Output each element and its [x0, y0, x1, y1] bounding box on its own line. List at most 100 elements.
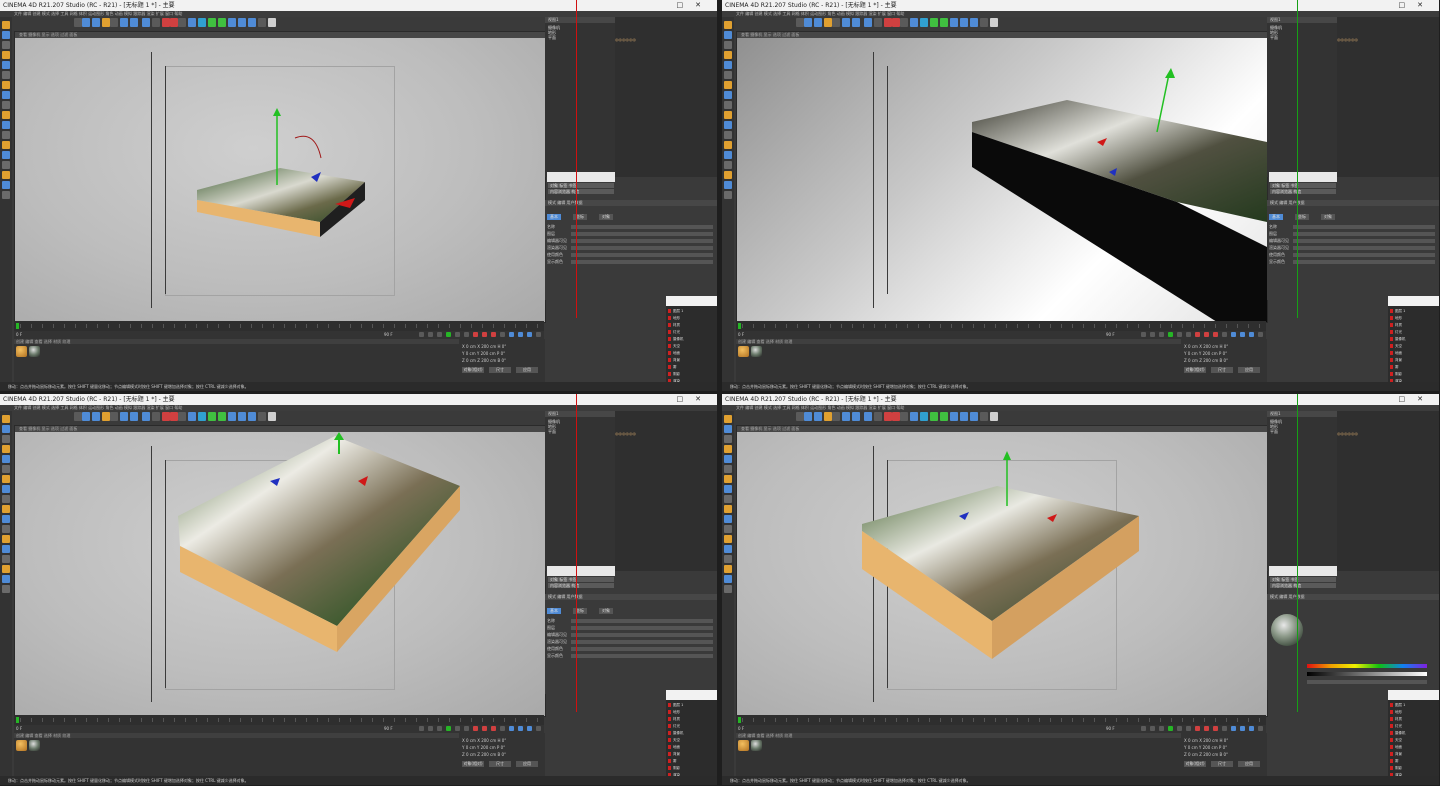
tool-icon[interactable]: [2, 131, 10, 139]
toolbar-button[interactable]: [970, 18, 978, 27]
object-tags[interactable]: ◎◎◎◎◎◎: [615, 431, 636, 436]
transport-button[interactable]: [1222, 726, 1227, 731]
viewport[interactable]: 查看 摄像机 显示 选项 过滤 面板: [14, 425, 546, 717]
toolbar-button[interactable]: [170, 412, 178, 421]
tool-icon[interactable]: [2, 81, 10, 89]
attribute-row[interactable]: 名称: [547, 618, 713, 624]
attribute-field[interactable]: [571, 654, 713, 658]
color-gradient[interactable]: [1307, 664, 1427, 668]
coordinate-row[interactable]: X 0 cm X 200 cm H 0°: [462, 344, 506, 350]
luminance-gradient[interactable]: [1307, 672, 1427, 676]
layer-row[interactable]: 材质: [668, 716, 714, 722]
transport-button[interactable]: [437, 726, 442, 731]
attribute-field[interactable]: [1293, 225, 1435, 229]
tool-icon[interactable]: [724, 505, 732, 513]
toolbar-button[interactable]: [110, 412, 118, 421]
transport-button[interactable]: [473, 726, 478, 731]
tool-icon[interactable]: [724, 535, 732, 543]
toolbar-button[interactable]: [130, 18, 138, 27]
attribute-row[interactable]: 渲染器可见: [547, 245, 713, 251]
tool-icon[interactable]: [2, 535, 10, 543]
layer-row[interactable]: 地形: [1390, 315, 1436, 321]
toolbar-button[interactable]: [874, 18, 882, 27]
coordinate-row[interactable]: Y 0 cm Y 200 cm P 0°: [462, 351, 505, 357]
coordinate-button[interactable]: 应用: [516, 367, 538, 373]
timeline[interactable]: [736, 715, 1266, 725]
minimize-icon[interactable]: □: [1399, 395, 1418, 403]
layer-row[interactable]: 雾: [1390, 364, 1436, 370]
object-manager-menu[interactable]: 视图1: [1267, 17, 1337, 23]
attribute-tab[interactable]: 基本: [1269, 214, 1283, 220]
toolbar-button[interactable]: [920, 412, 928, 421]
layer-row[interactable]: 地面: [1390, 350, 1436, 356]
tool-icon[interactable]: [724, 415, 732, 423]
toolbar-button[interactable]: [228, 18, 236, 27]
playhead[interactable]: [16, 323, 19, 329]
attribute-menu[interactable]: 模式 编辑 用户数据: [545, 594, 717, 600]
tool-icon[interactable]: [2, 61, 10, 69]
tool-icon[interactable]: [724, 435, 732, 443]
tool-icon[interactable]: [724, 71, 732, 79]
attribute-row[interactable]: 图层: [547, 231, 713, 237]
transport-button[interactable]: [455, 332, 460, 337]
toolbar-button[interactable]: [170, 18, 178, 27]
objects-tab[interactable]: 对象 标签 书签: [1270, 183, 1336, 188]
toolbar-button[interactable]: [842, 18, 850, 27]
tool-icon[interactable]: [2, 191, 10, 199]
toolbar-button[interactable]: [120, 412, 128, 421]
minimize-icon[interactable]: □: [1399, 1, 1418, 9]
toolbar-button[interactable]: [162, 412, 170, 421]
tool-icon[interactable]: [2, 505, 10, 513]
tool-icon[interactable]: [724, 465, 732, 473]
transport-button[interactable]: [473, 332, 478, 337]
transport-button[interactable]: [1195, 726, 1200, 731]
toolbar-button[interactable]: [142, 412, 150, 421]
object-row[interactable]: 平面: [548, 35, 556, 40]
toolbar-button[interactable]: [824, 18, 832, 27]
tool-icon[interactable]: [724, 161, 732, 169]
layer-row[interactable]: 地面: [668, 744, 714, 750]
end-frame[interactable]: 90 F: [1106, 331, 1115, 339]
layer-row[interactable]: 背景: [1390, 751, 1436, 757]
attribute-field[interactable]: [1293, 260, 1435, 264]
toolbar-button[interactable]: [950, 412, 958, 421]
toolbar-button[interactable]: [198, 18, 206, 27]
layer-row[interactable]: 背景: [1390, 357, 1436, 363]
attribute-field[interactable]: [1293, 253, 1435, 257]
toolbar-button[interactable]: [796, 18, 804, 27]
transport-button[interactable]: [1213, 726, 1218, 731]
end-frame[interactable]: 90 F: [384, 725, 393, 733]
toolbar-button[interactable]: [120, 18, 128, 27]
end-frame[interactable]: 90 F: [1106, 725, 1115, 733]
toolbar-button[interactable]: [910, 18, 918, 27]
toolbar-button[interactable]: [874, 412, 882, 421]
transport-button[interactable]: [500, 726, 505, 731]
tool-icon[interactable]: [2, 71, 10, 79]
layer-row[interactable]: 摄像机: [668, 730, 714, 736]
attribute-field[interactable]: [571, 260, 713, 264]
layer-row[interactable]: 天空: [1390, 737, 1436, 743]
toolbar-button[interactable]: [842, 412, 850, 421]
attribute-row[interactable]: 名称: [1269, 224, 1435, 230]
attribute-menu[interactable]: 模式 编辑 用户数据: [545, 200, 717, 206]
viewport[interactable]: 查看 摄像机 显示 选项 过滤 面板: [736, 425, 1268, 717]
coordinate-button[interactable]: 应用: [516, 761, 538, 767]
layer-row[interactable]: 灯光: [668, 723, 714, 729]
toolbar-button[interactable]: [980, 18, 988, 27]
layer-row[interactable]: 摄像机: [668, 336, 714, 342]
tool-icon[interactable]: [724, 81, 732, 89]
tool-icon[interactable]: [2, 585, 10, 593]
toolbar-button[interactable]: [930, 412, 938, 421]
attribute-row[interactable]: 渲染器可见: [547, 639, 713, 645]
transport-button[interactable]: [1177, 332, 1182, 337]
tool-icon[interactable]: [2, 181, 10, 189]
attribute-field[interactable]: [571, 647, 713, 651]
tool-icon[interactable]: [724, 151, 732, 159]
tool-icon[interactable]: [2, 495, 10, 503]
toolbar-button[interactable]: [92, 412, 100, 421]
tool-icon[interactable]: [724, 101, 732, 109]
layer-row[interactable]: 灯光: [668, 329, 714, 335]
attribute-field[interactable]: [571, 239, 713, 243]
toolbar-button[interactable]: [852, 18, 860, 27]
transport-button[interactable]: [482, 726, 487, 731]
